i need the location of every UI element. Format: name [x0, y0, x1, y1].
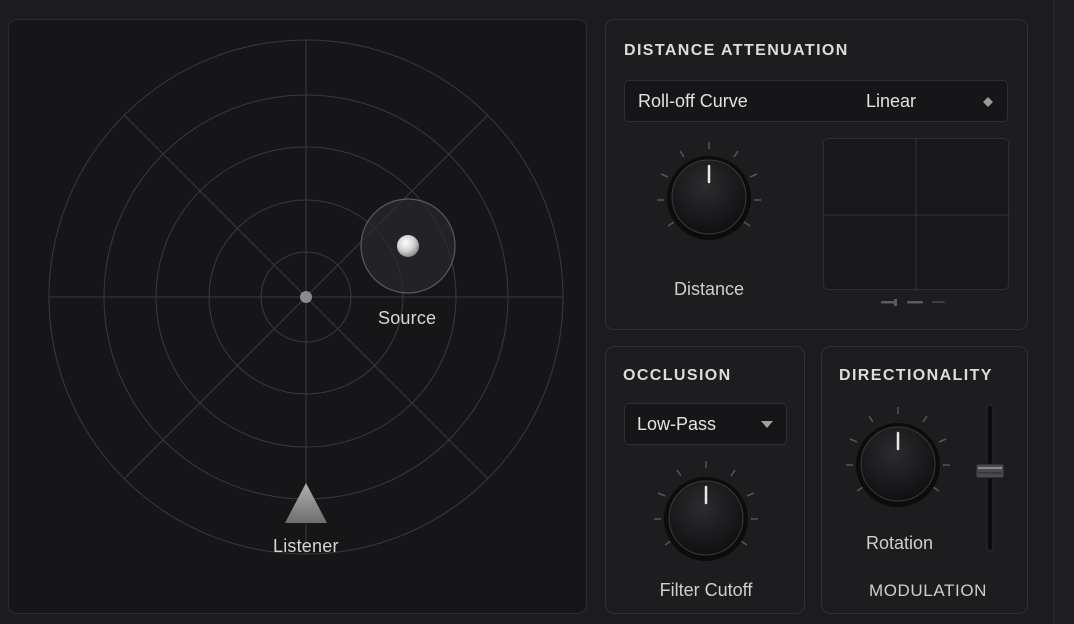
distance-attenuation-panel: DISTANCE ATTENUATION Roll-off Curve Line…: [605, 19, 1028, 330]
rolloff-curve-value: Linear: [866, 91, 917, 111]
distance-knob[interactable]: [654, 138, 764, 248]
filter-type-value: Low-Pass: [637, 414, 717, 434]
radar-grid[interactable]: [9, 20, 588, 615]
modulation-fader[interactable]: [974, 403, 1006, 553]
rolloff-curve-dropdown[interactable]: Roll-off Curve Linear: [624, 80, 1008, 122]
window-edge: [1053, 0, 1074, 624]
modulation-label: MODULATION: [868, 581, 988, 600]
filter-cutoff-knob[interactable]: [651, 457, 761, 567]
distance-attenuation-title: DISTANCE ATTENUATION: [624, 42, 849, 59]
directionality-panel: DIRECTIONALITY Rotation MODULATION: [821, 346, 1028, 614]
filter-type-dropdown[interactable]: Low-Pass: [624, 403, 787, 445]
directionality-title: DIRECTIONALITY: [839, 367, 993, 384]
center-point: [300, 291, 312, 303]
rotation-knob[interactable]: [843, 403, 953, 513]
source-handle: [397, 235, 419, 257]
attenuation-curve-plot: [823, 138, 1010, 291]
rolloff-curve-label: Roll-off Curve: [638, 91, 748, 111]
source-label: Source: [378, 308, 437, 328]
listener-triangle-icon: [285, 483, 327, 523]
plot-page-indicator[interactable]: [881, 298, 951, 308]
filter-cutoff-knob-label: Filter Cutoff: [659, 580, 753, 600]
diamond-sort-icon: [983, 97, 993, 107]
listener-label: Listener: [273, 536, 339, 556]
distance-knob-label: Distance: [673, 279, 745, 299]
occlusion-panel: OCCLUSION Low-Pass Filter Cutoff: [605, 346, 805, 614]
spatial-radar-panel[interactable]: Source Listener: [8, 19, 587, 614]
occlusion-title: OCCLUSION: [623, 367, 732, 384]
chevron-down-icon: [761, 421, 773, 428]
rotation-knob-label: Rotation: [865, 533, 934, 553]
